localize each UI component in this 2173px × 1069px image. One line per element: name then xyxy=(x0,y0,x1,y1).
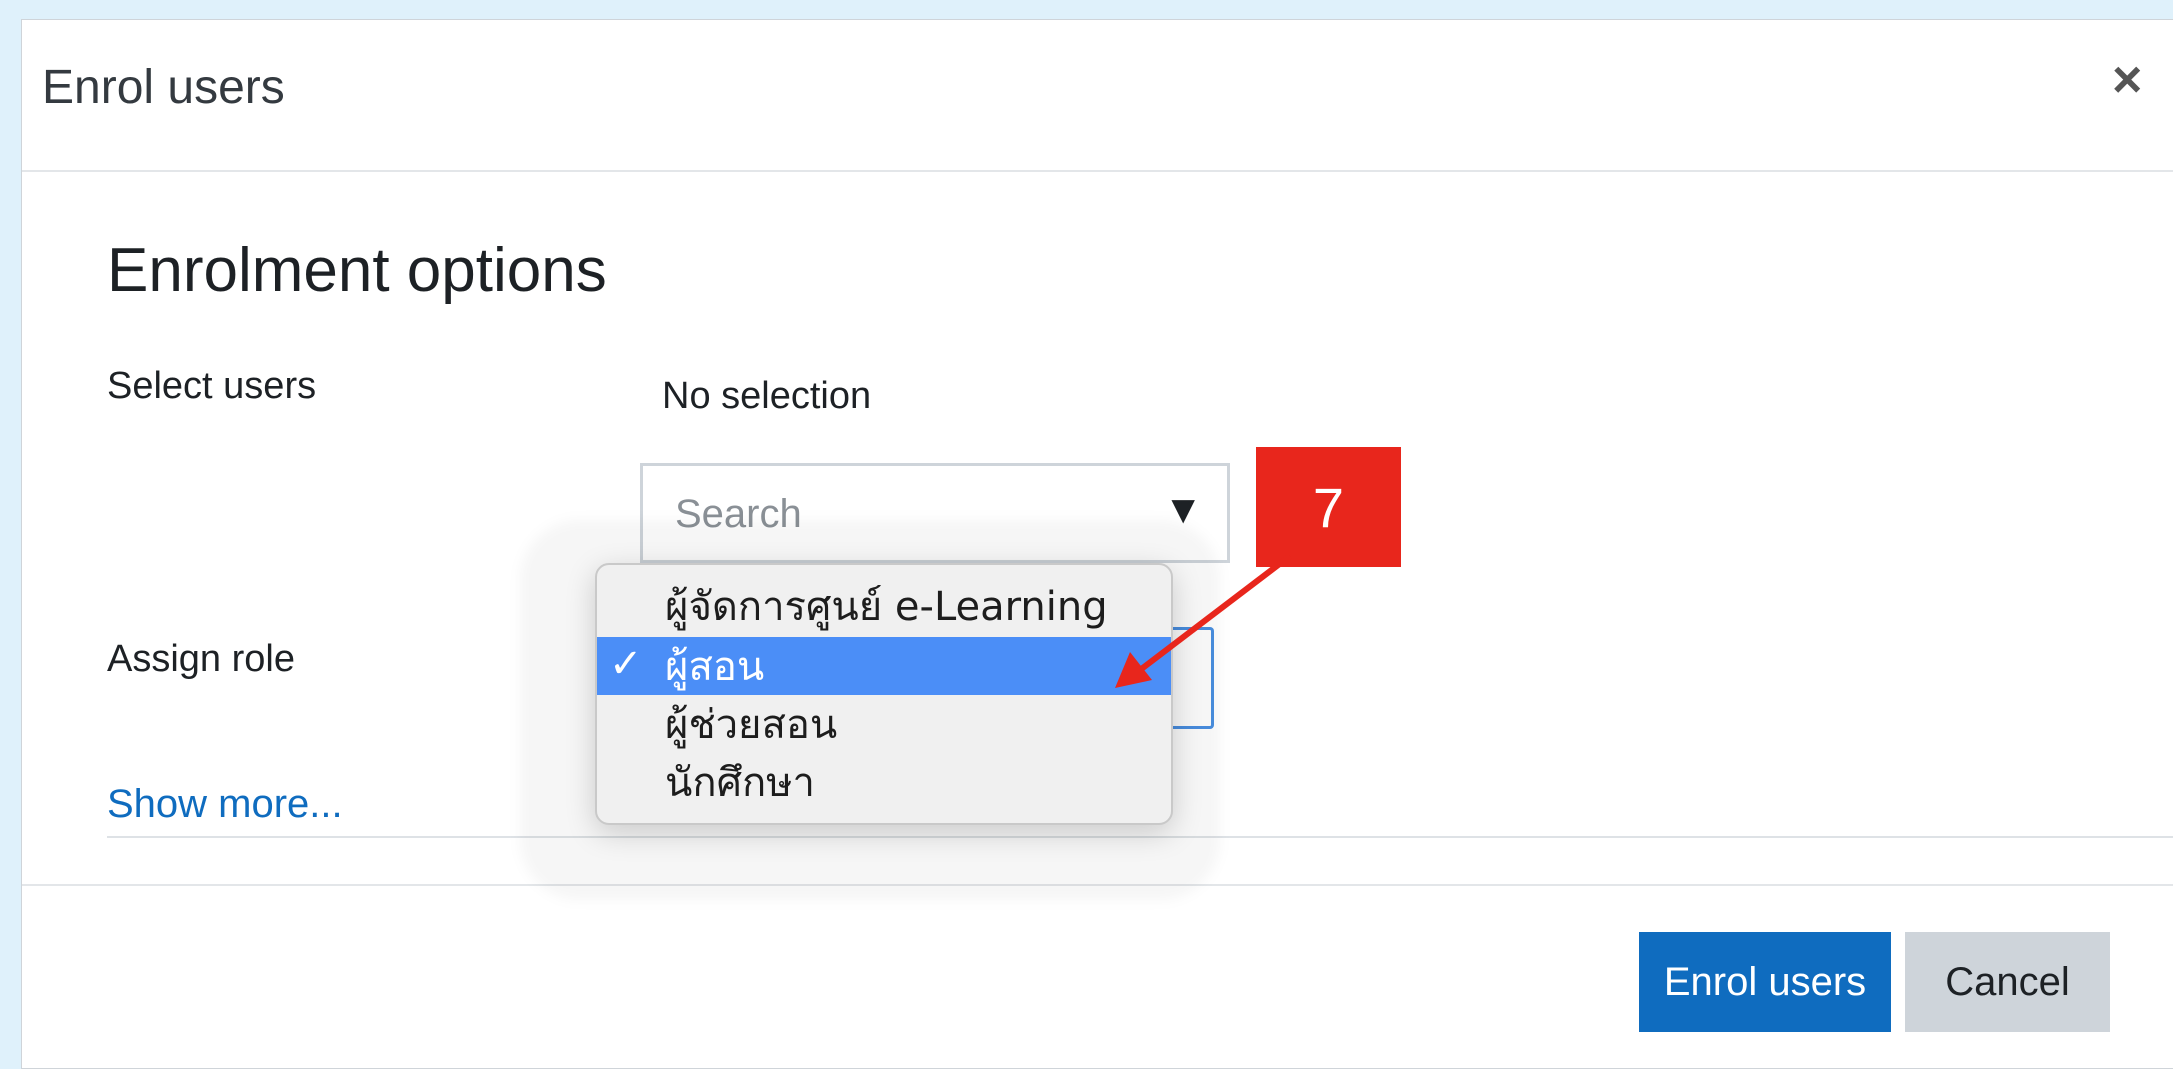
assign-role-label: Assign role xyxy=(107,638,295,680)
role-option-student[interactable]: นักศึกษา xyxy=(597,753,1171,811)
checkmark-icon: ✓ xyxy=(609,641,643,687)
select-users-label: Select users xyxy=(107,365,317,407)
show-more-link[interactable]: Show more... xyxy=(107,782,343,827)
role-option-assistant[interactable]: ผู้ช่วยสอน xyxy=(597,695,1171,753)
cancel-button[interactable]: Cancel xyxy=(1905,932,2110,1032)
enrol-users-button[interactable]: Enrol users xyxy=(1639,932,1891,1032)
close-icon[interactable]: × xyxy=(2112,54,2142,106)
dialog-title: Enrol users xyxy=(42,61,285,114)
role-option-teacher[interactable]: ✓ ผู้สอน xyxy=(597,637,1171,695)
role-dropdown-list: ผู้จัดการศูนย์ e-Learning ✓ ผู้สอน ผู้ช่… xyxy=(595,563,1173,825)
role-option-label: ผู้สอน xyxy=(665,644,765,690)
role-option-elearning-manager[interactable]: ผู้จัดการศูนย์ e-Learning xyxy=(597,577,1171,635)
dialog-header: Enrol users × xyxy=(22,20,2173,172)
section-title: Enrolment options xyxy=(107,236,607,305)
selection-status: No selection xyxy=(662,375,872,417)
step-number-callout: 7 xyxy=(1256,447,1401,567)
